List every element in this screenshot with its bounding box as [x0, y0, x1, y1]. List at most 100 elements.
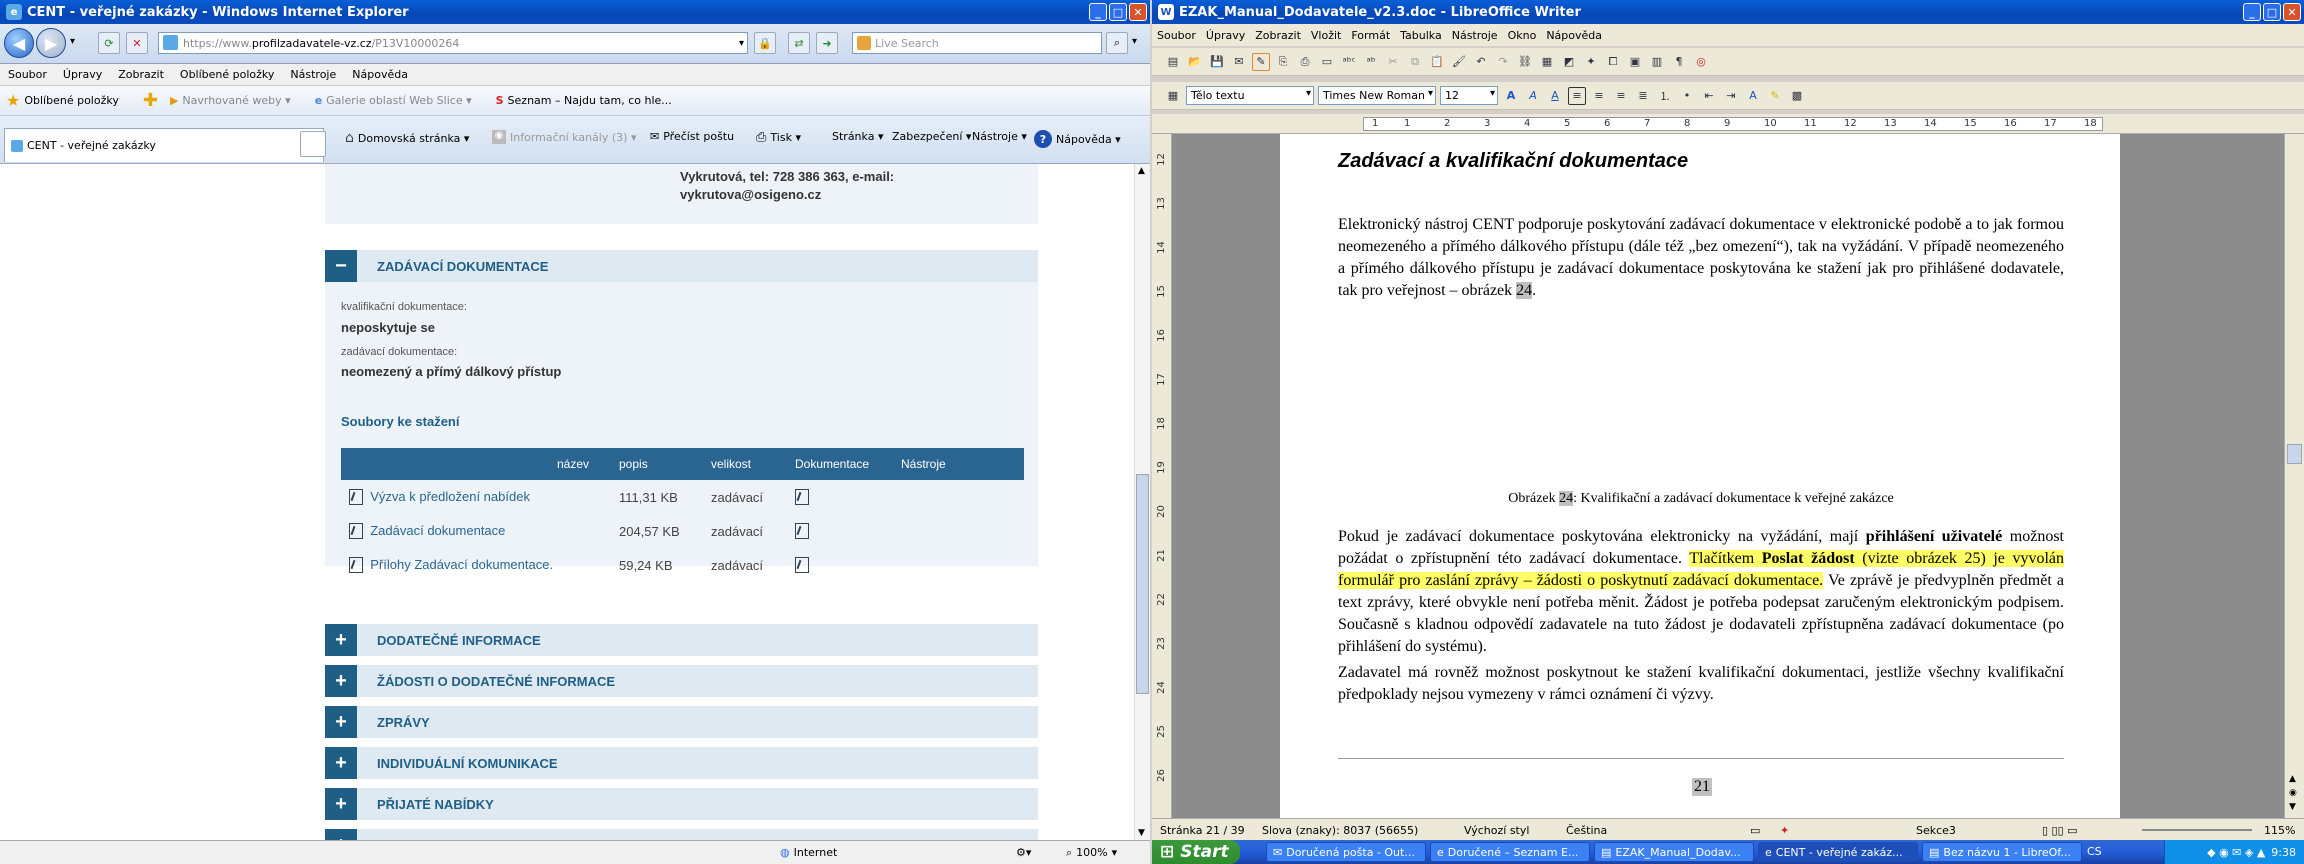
th-nastroje[interactable]: Nástroje: [893, 448, 1024, 480]
lo-menu-vlozit[interactable]: Vložit: [1306, 29, 1346, 42]
numbering-icon[interactable]: ⒈: [1656, 87, 1674, 105]
fav-link-webslice[interactable]: e Galerie oblastí Web Slice ▾: [315, 94, 484, 107]
email-icon[interactable]: ✉: [1230, 53, 1248, 71]
cmd-mail[interactable]: ✉ Přečíst poštu: [650, 130, 734, 143]
section-prijate-nabidky[interactable]: + PŘIJATÉ NABÍDKY: [325, 788, 1038, 820]
bullets-icon[interactable]: •: [1678, 87, 1696, 105]
favorites-button[interactable]: ★ Oblíbené položky: [6, 91, 131, 110]
expand-icon[interactable]: +: [325, 747, 357, 779]
align-left-icon[interactable]: ≡: [1568, 86, 1586, 105]
maximize-button[interactable]: □: [2263, 3, 2281, 21]
lo-menu-nastroje[interactable]: Nástroje: [1447, 29, 1503, 42]
clone-format-icon[interactable]: 🖌: [1450, 53, 1468, 71]
history-dropdown-icon[interactable]: ▾: [70, 36, 75, 47]
compat-view-icon[interactable]: ⇄: [788, 32, 810, 54]
hyperlink-icon[interactable]: ⛓: [1516, 53, 1534, 71]
task-untitled[interactable]: ▤ Bez názvu 1 - LibreOf...: [1922, 842, 2082, 862]
scroll-thumb[interactable]: [1136, 474, 1149, 694]
increase-indent-icon[interactable]: ⇥: [1722, 87, 1740, 105]
undo-icon[interactable]: ↶: [1472, 53, 1490, 71]
export-pdf-icon[interactable]: ⎘: [1274, 53, 1292, 71]
search-options-icon[interactable]: ▾: [1132, 36, 1137, 47]
font-size-select[interactable]: 12: [1440, 86, 1498, 105]
go-icon[interactable]: ➜: [816, 32, 838, 54]
vertical-ruler[interactable]: 12 13 14 15 16 17 18 19 20 21 22 23 24 25 26: [1152, 134, 1172, 818]
font-name-select[interactable]: Times New Roman: [1318, 86, 1436, 105]
section-individualni-komunikace[interactable]: + INDIVIDUÁLNÍ KOMUNIKACE: [325, 747, 1038, 779]
file-cell[interactable]: Přílohy Zadávací dokumentace.: [341, 548, 611, 582]
autospell-icon[interactable]: ᵃᵇ: [1362, 53, 1380, 71]
maximize-button[interactable]: □: [1109, 3, 1127, 21]
redo-icon[interactable]: ↷: [1494, 53, 1512, 71]
bold-icon[interactable]: A: [1502, 87, 1520, 105]
tab-cent[interactable]: CENT - veřejné zakázky: [4, 128, 324, 162]
fav-link-suggested[interactable]: ▶ Navrhované weby ▾: [170, 94, 303, 107]
task-cent[interactable]: e CENT - veřejné zakáz...: [1758, 842, 1918, 862]
edit-icon[interactable]: [795, 557, 809, 574]
menu-soubor[interactable]: Soubor: [0, 68, 55, 81]
th-popis[interactable]: popis: [611, 448, 703, 480]
scroll-down-icon[interactable]: ▼: [1138, 828, 1145, 838]
status-language[interactable]: Čeština: [1566, 824, 1607, 837]
help-icon[interactable]: ◎: [1692, 53, 1710, 71]
th-dokumentace[interactable]: Dokumentace: [787, 448, 893, 480]
cmd-print[interactable]: ⎙ Tisk ▾: [756, 130, 801, 145]
expand-icon[interactable]: +: [325, 706, 357, 738]
cmd-help[interactable]: ? Nápověda ▾: [1034, 130, 1121, 148]
edit-icon[interactable]: [795, 523, 809, 540]
expand-icon[interactable]: +: [325, 665, 357, 697]
scroll-up-icon[interactable]: ▲: [1138, 166, 1145, 176]
stop-icon[interactable]: ✕: [126, 32, 148, 54]
table-icon[interactable]: ▦: [1538, 53, 1556, 71]
start-button[interactable]: ⊞ Start: [1152, 840, 1240, 864]
underline-icon[interactable]: A: [1546, 87, 1564, 105]
search-icon[interactable]: ⌕: [1106, 32, 1128, 54]
cut-icon[interactable]: ✂: [1384, 53, 1402, 71]
styles-icon[interactable]: ▦: [1164, 87, 1182, 105]
menu-upravy[interactable]: Úpravy: [55, 68, 110, 81]
lo-menu-napoveda[interactable]: Nápověda: [1541, 29, 1607, 42]
cmd-page[interactable]: Stránka ▾: [832, 130, 883, 143]
close-button[interactable]: ✕: [2283, 3, 2301, 21]
cmd-home[interactable]: ⌂ Domovská stránka ▾: [345, 130, 469, 146]
lo-menu-format[interactable]: Formát: [1346, 29, 1395, 42]
lo-menu-okno[interactable]: Okno: [1503, 29, 1542, 42]
edit-icon[interactable]: [795, 489, 809, 506]
status-zoom[interactable]: 115%: [2264, 824, 2295, 837]
font-color-icon[interactable]: A: [1744, 87, 1762, 105]
section-dodatecne-informace[interactable]: + DODATEČNÉ INFORMACE: [325, 624, 1038, 656]
url-dropdown-icon[interactable]: ▾: [739, 38, 744, 49]
formatting-marks-icon[interactable]: ¶: [1670, 53, 1688, 71]
italic-icon[interactable]: A: [1524, 87, 1542, 105]
scroll-thumb[interactable]: [2287, 444, 2302, 464]
lo-menu-upravy[interactable]: Úpravy: [1201, 29, 1250, 42]
datasources-icon[interactable]: ▥: [1648, 53, 1666, 71]
show-draw-icon[interactable]: ◩: [1560, 53, 1578, 71]
decrease-indent-icon[interactable]: ⇤: [1700, 87, 1718, 105]
paste-icon[interactable]: 📋: [1428, 53, 1446, 71]
cmd-tools[interactable]: Nástroje ▾: [972, 130, 1027, 143]
section-zadosti[interactable]: + ŽÁDOSTI O DODATEČNÉ INFORMACE: [325, 665, 1038, 697]
print-icon[interactable]: ⎙: [1296, 53, 1314, 71]
minimize-button[interactable]: _: [2243, 3, 2261, 21]
search-input[interactable]: Live Search: [852, 32, 1102, 54]
align-right-icon[interactable]: ≡: [1612, 87, 1630, 105]
page-nav-icons[interactable]: ▲ ◉ ▼: [2289, 772, 2297, 814]
gallery-icon[interactable]: ▣: [1626, 53, 1644, 71]
cmd-security[interactable]: Zabezpečení ▾: [892, 130, 971, 143]
expand-icon[interactable]: +: [325, 624, 357, 656]
add-favorite-icon[interactable]: ✚: [143, 90, 158, 111]
lo-menu-zobrazit[interactable]: Zobrazit: [1250, 29, 1306, 42]
close-button[interactable]: ✕: [1129, 3, 1147, 21]
task-outlook[interactable]: ✉ Doručená pošta - Out...: [1266, 842, 1426, 862]
task-writer[interactable]: ▤ EZAK_Manual_Dodav...: [1594, 842, 1754, 862]
cmd-feeds[interactable]: ◉ Informační kanály (3) ▾: [492, 130, 636, 144]
section-zadavaci-dokumentace[interactable]: − ZADÁVACÍ DOKUMENTACE: [325, 250, 1038, 282]
language-indicator[interactable]: CS: [2087, 845, 2102, 858]
zoom-control[interactable]: ⌕ 100% ▾: [1066, 846, 1117, 860]
menu-nastroje[interactable]: Nástroje: [282, 68, 344, 81]
file-link[interactable]: Přílohy Zadávací dokumentace.: [370, 557, 553, 572]
protected-mode-icon[interactable]: ⚙▾: [1016, 846, 1031, 859]
refresh-icon[interactable]: ⟳: [98, 32, 120, 54]
file-cell[interactable]: Výzva k předložení nabídek: [341, 480, 611, 514]
